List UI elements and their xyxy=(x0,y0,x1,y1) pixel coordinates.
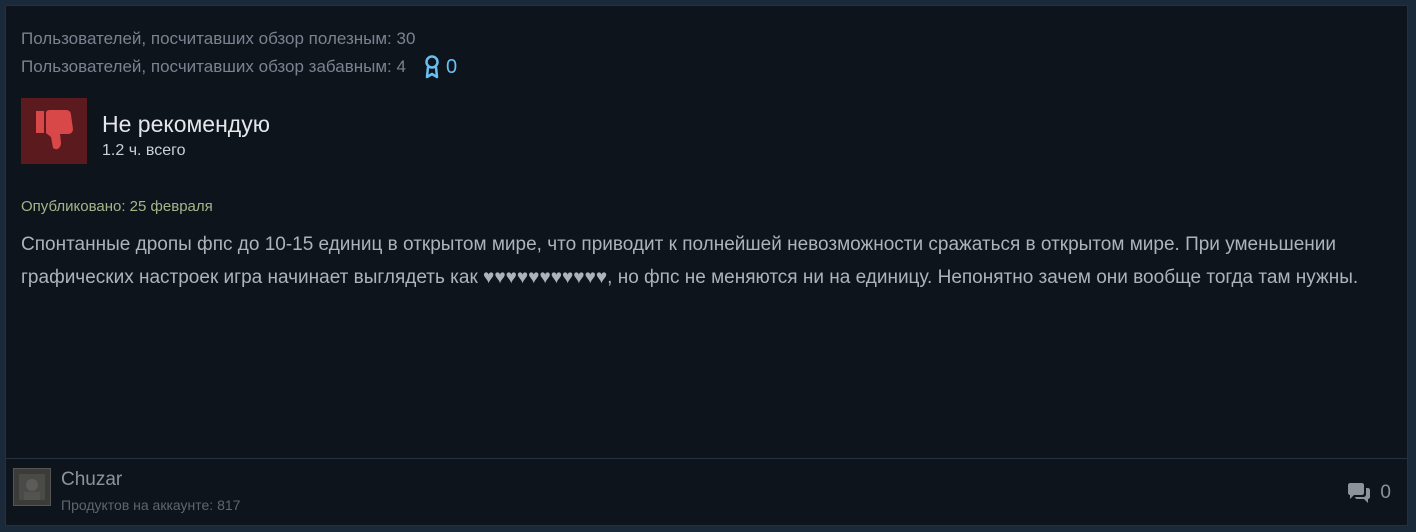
playtime-hours: 1.2 ч. всего xyxy=(102,142,186,159)
comments-count: 0 xyxy=(1380,482,1391,503)
comments-button[interactable]: 0 xyxy=(1346,482,1391,504)
award-ribbon-icon xyxy=(425,55,439,79)
helpful-summary: Пользователей, посчитавших обзор полезны… xyxy=(21,25,457,81)
funny-count-row: Пользователей, посчитавших обзор забавны… xyxy=(21,53,457,81)
verdict-title[interactable]: Не рекомендую xyxy=(102,110,270,138)
review-text: Спонтанные дропы фпс до 10-15 единиц в о… xyxy=(21,234,1359,288)
award-button[interactable]: 0 xyxy=(424,53,457,81)
author-name[interactable]: Chuzar xyxy=(61,468,240,492)
review-card: Пользователей, посчитавших обзор полезны… xyxy=(5,5,1408,526)
thumbs-down-icon[interactable] xyxy=(21,98,87,164)
author-products-count: Продуктов на аккаунте: 817 xyxy=(61,497,241,513)
posted-date: Опубликовано: 25 февраля xyxy=(21,198,213,215)
avatar[interactable] xyxy=(13,468,51,506)
review-verdict: Не рекомендую 1.2 ч. всего xyxy=(21,98,270,164)
comment-bubbles-icon xyxy=(1348,483,1371,503)
useful-count-line: Пользователей, посчитавших обзор полезны… xyxy=(21,29,416,48)
award-count: 0 xyxy=(445,56,458,78)
funny-count-line: Пользователей, посчитавших обзор забавны… xyxy=(21,57,406,76)
divider xyxy=(6,458,1407,459)
author-block: Chuzar Продуктов на аккаунте: 817 xyxy=(13,468,240,515)
